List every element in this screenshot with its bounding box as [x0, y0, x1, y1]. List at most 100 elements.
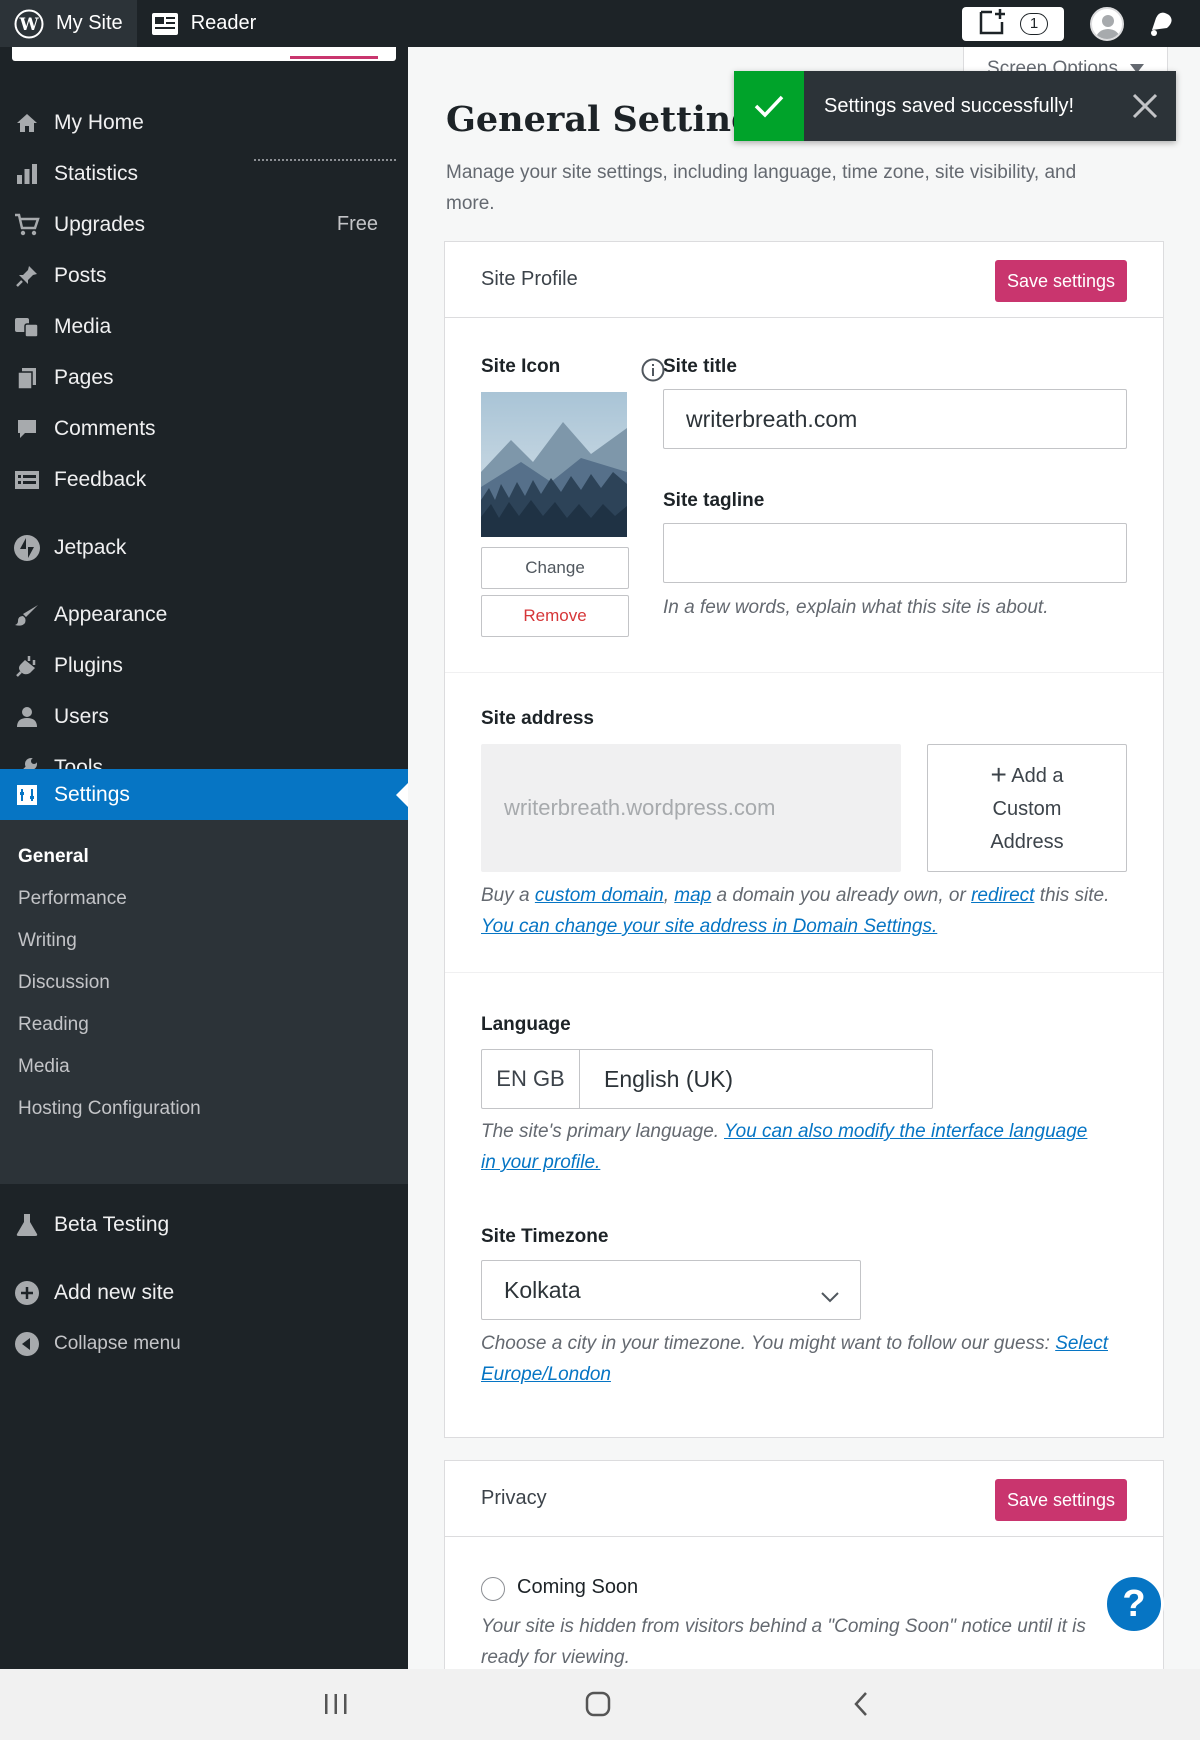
language-help-text: The site's primary language. You can als…: [481, 1116, 1101, 1178]
page-title: General Settings: [446, 99, 776, 140]
settings-icon: [12, 783, 42, 807]
sidebar-item-label: Add new site: [54, 1280, 175, 1304]
site-icon-label: Site Icon: [481, 356, 561, 377]
submenu-item-general[interactable]: General: [18, 846, 89, 868]
reader-button[interactable]: Reader: [137, 0, 271, 47]
submenu-item-media[interactable]: Media: [18, 1056, 70, 1078]
pages-icon: [12, 366, 42, 390]
sidebar-item-add-new-site[interactable]: Add new site: [0, 1267, 408, 1318]
sidebar-item-collapse-menu[interactable]: Collapse menu: [0, 1318, 408, 1369]
change-icon-button[interactable]: Change: [481, 547, 629, 589]
sidebar-item-posts[interactable]: Posts: [0, 250, 408, 301]
admin-bar: W My Site Reader 1: [0, 0, 1200, 47]
sidebar-item-upgrades[interactable]: Upgrades Free: [0, 199, 408, 250]
wordpress-logo-icon: W: [14, 9, 44, 39]
info-icon[interactable]: [641, 358, 665, 387]
home-circle-icon[interactable]: [585, 1691, 611, 1722]
plus-icon: +: [990, 758, 1007, 790]
timezone-value: Kolkata: [504, 1276, 581, 1303]
sidebar-item-label: Upgrades: [54, 212, 146, 236]
notifications-bell-icon[interactable]: [1146, 10, 1176, 38]
submenu-item-writing[interactable]: Writing: [18, 930, 77, 952]
reader-label: Reader: [190, 12, 257, 34]
timezone-select[interactable]: Kolkata: [481, 1260, 861, 1320]
svg-text:W: W: [18, 15, 39, 35]
sidebar-item-label: Pages: [54, 365, 114, 389]
page-description: Manage your site settings, including lan…: [446, 162, 1077, 214]
site-address-label: Site address: [481, 708, 594, 729]
site-profile-card: Site Profile Save settings Site Icon Cha…: [444, 241, 1164, 1438]
sidebar-item-plugins[interactable]: Plugins: [0, 640, 408, 691]
sidebar-item-label: Statistics: [54, 161, 139, 185]
submenu-item-reading[interactable]: Reading: [18, 1014, 89, 1036]
sidebar-item-feedback[interactable]: Feedback: [0, 454, 408, 505]
reader-icon: [151, 12, 179, 36]
my-site-label: My Site: [56, 12, 123, 34]
save-settings-button[interactable]: Save settings: [994, 1479, 1127, 1521]
redirect-link[interactable]: redirect: [971, 885, 1034, 906]
timezone-label: Site Timezone: [481, 1226, 609, 1247]
site-icon-image[interactable]: [481, 392, 627, 537]
help-text: a domain you already own, or: [711, 885, 972, 906]
sidebar-item-label: Jetpack: [54, 535, 127, 559]
avatar[interactable]: [1090, 6, 1124, 41]
language-code: EN GB: [482, 1050, 580, 1108]
sidebar-item-statistics[interactable]: Statistics: [0, 148, 408, 199]
map-domain-link[interactable]: map: [674, 885, 711, 906]
custom-domain-link[interactable]: custom domain: [535, 885, 664, 906]
save-settings-button[interactable]: Save settings: [994, 260, 1127, 302]
user-icon: [12, 705, 42, 729]
submenu-item-discussion[interactable]: Discussion: [18, 972, 110, 994]
sidebar-item-pages[interactable]: Pages: [0, 352, 408, 403]
custom-address-label: + Add a Custom Address: [958, 758, 1096, 859]
close-icon[interactable]: [1132, 93, 1158, 125]
domain-settings-link[interactable]: You can change your site address in Doma…: [481, 916, 937, 937]
collapse-icon: [12, 1331, 42, 1357]
sidebar-item-label: Collapse menu: [54, 1332, 181, 1354]
chevron-down-icon: [820, 1283, 840, 1310]
sidebar-item-my-home[interactable]: My Home: [0, 97, 408, 148]
site-address-input: writerbreath.wordpress.com: [481, 744, 901, 872]
sidebar-item-jetpack[interactable]: Jetpack: [0, 522, 408, 573]
plugin-icon: [12, 654, 42, 678]
notice-text: Settings saved successfully!: [824, 94, 1075, 117]
sidebar-item-label: Comments: [54, 416, 156, 440]
brush-icon: [12, 603, 42, 627]
remove-icon-button[interactable]: Remove: [481, 595, 629, 637]
coming-soon-radio[interactable]: [481, 1577, 505, 1601]
recent-apps-icon[interactable]: [323, 1693, 349, 1720]
sidebar-search-bar[interactable]: [12, 47, 396, 61]
site-tagline-input[interactable]: [663, 523, 1127, 583]
timezone-help-text: Choose a city in your timezone. You migh…: [481, 1328, 1151, 1390]
sidebar-item-media[interactable]: Media: [0, 301, 408, 352]
my-site-button[interactable]: W My Site: [0, 0, 137, 47]
sidebar-item-label: Feedback: [54, 467, 147, 491]
site-title-input[interactable]: writerbreath.com: [663, 389, 1127, 449]
help-button[interactable]: ?: [1104, 1574, 1164, 1634]
settings-submenu: General Performance Writing Discussion R…: [0, 820, 408, 1184]
language-selector[interactable]: EN GB English (UK): [481, 1049, 933, 1109]
coming-soon-label[interactable]: Coming Soon: [517, 1576, 638, 1599]
plus-circle-icon: [12, 1280, 42, 1306]
home-icon: [12, 111, 42, 135]
sidebar-item-appearance[interactable]: Appearance: [0, 589, 408, 640]
divider: [445, 972, 1163, 973]
add-custom-address-button[interactable]: + Add a Custom Address: [927, 744, 1127, 872]
jetpack-icon: [12, 534, 42, 562]
media-icon: [12, 315, 42, 339]
back-icon[interactable]: [852, 1691, 870, 1722]
sidebar-item-settings[interactable]: Settings: [0, 769, 408, 820]
flask-icon: [12, 1212, 42, 1238]
sidebar-item-label: Settings: [54, 782, 130, 806]
sidebar-item-comments[interactable]: Comments: [0, 403, 408, 454]
sidebar: My Home Statistics Upgrades Free Posts M…: [0, 47, 408, 1669]
cart-icon: [12, 213, 42, 237]
submenu-item-performance[interactable]: Performance: [18, 888, 127, 910]
sidebar-item-label: Users: [54, 704, 109, 728]
sidebar-item-users[interactable]: Users: [0, 691, 408, 742]
submenu-item-hosting-configuration[interactable]: Hosting Configuration: [18, 1098, 201, 1120]
sidebar-item-beta-testing[interactable]: Beta Testing: [0, 1199, 408, 1250]
write-post-button[interactable]: 1: [962, 6, 1064, 41]
sidebar-item-label: Media: [54, 314, 112, 338]
sidebar-item-label: Beta Testing: [54, 1212, 170, 1236]
